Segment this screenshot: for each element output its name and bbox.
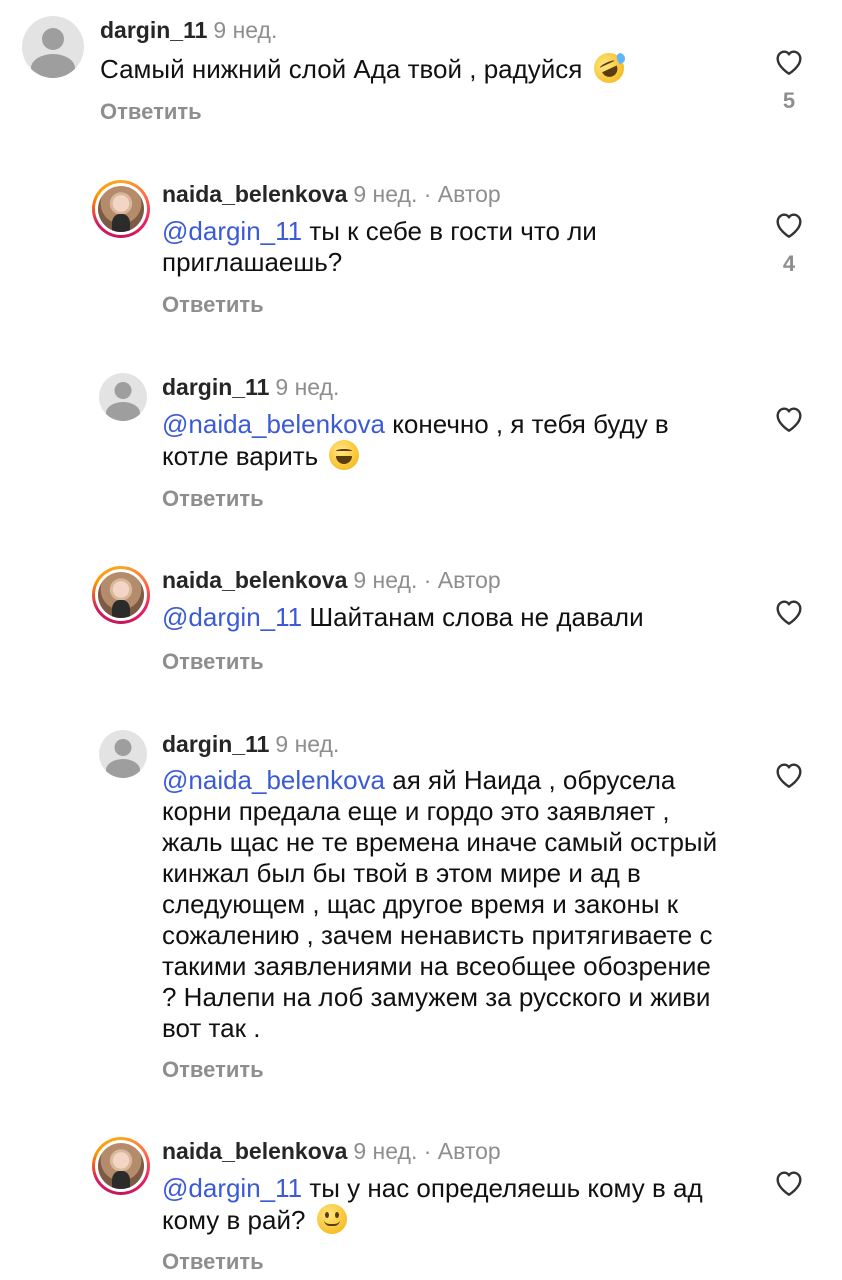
comment-body: ая яй Наида , обрусела корни предала еще… [162, 765, 718, 1043]
comment-time: 9 нед. [213, 17, 278, 43]
avatar[interactable] [99, 730, 147, 778]
profile-photo [98, 1143, 144, 1189]
comment-time: 9 нед. [275, 731, 340, 757]
reply-button[interactable]: Ответить [100, 99, 202, 125]
comment-text: @dargin_11 ты у нас определяешь кому в а… [162, 1173, 732, 1236]
comment-text: @dargin_11 Шайтанам слова не давали [162, 602, 732, 633]
mention-link[interactable]: @naida_belenkova [162, 765, 385, 795]
avatar[interactable] [22, 16, 84, 78]
comment-time: 9 нед. · Автор [353, 1138, 501, 1164]
heart-outline-icon [776, 763, 802, 788]
comment-time: 9 нед. · Автор [353, 181, 501, 207]
rolling-on-floor-laughing-emoji-icon [588, 48, 629, 88]
heart-outline-icon [776, 213, 802, 238]
reply-button[interactable]: Ответить [162, 649, 264, 675]
like-count: 5 [782, 88, 796, 113]
avatar[interactable] [99, 373, 147, 421]
comment-username[interactable]: dargin_11 [162, 374, 269, 400]
comment-text: @naida_belenkova ая яй Наида , обрусела … [162, 765, 727, 1044]
profile-photo [98, 572, 144, 618]
heart-outline-icon [776, 1171, 802, 1196]
comment-username[interactable]: naida_belenkova [162, 567, 347, 593]
comment-text: @dargin_11 ты к себе в гости что ли приг… [162, 216, 732, 278]
like-count: 4 [782, 251, 796, 276]
comment-body: Шайтанам слова не давали [302, 602, 644, 632]
comment-text: Самый нижний слой Ада твой , радуйся [100, 48, 740, 88]
like-button[interactable]: 4 [772, 209, 806, 277]
mention-link[interactable]: @dargin_11 [162, 602, 302, 632]
reply-button[interactable]: Ответить [162, 486, 264, 512]
profile-photo [98, 186, 144, 232]
avatar[interactable] [92, 180, 150, 238]
comment-text: @naida_belenkova конечно , я тебя буду в… [162, 409, 732, 472]
comment-username[interactable]: dargin_11 [100, 17, 207, 43]
avatar[interactable] [92, 566, 150, 624]
reply-button[interactable]: Ответить [162, 1249, 264, 1275]
mention-link[interactable]: @naida_belenkova [162, 409, 385, 439]
like-button[interactable] [772, 759, 806, 789]
heart-outline-icon [776, 600, 802, 625]
heart-outline-icon [776, 50, 802, 75]
like-button[interactable] [772, 1167, 806, 1197]
comment-time: 9 нед. · Автор [353, 567, 501, 593]
comment-thread: dargin_11 9 нед. Самый нижний слой Ада тв… [0, 0, 842, 1280]
heart-outline-icon [776, 407, 802, 432]
comment-username[interactable]: naida_belenkova [162, 1138, 347, 1164]
comment-body: Самый нижний слой Ада твой , радуйся [100, 54, 583, 84]
comment-time: 9 нед. [275, 374, 340, 400]
like-button[interactable]: 5 [772, 46, 806, 114]
comment-username[interactable]: naida_belenkova [162, 181, 347, 207]
grinning-face-emoji-icon [329, 440, 360, 470]
comment-username[interactable]: dargin_11 [162, 731, 269, 757]
reply-button[interactable]: Ответить [162, 1057, 264, 1083]
reply-button[interactable]: Ответить [162, 292, 264, 318]
like-button[interactable] [772, 596, 806, 626]
slightly-smiling-face-emoji-icon [316, 1204, 347, 1234]
mention-link[interactable]: @dargin_11 [162, 216, 302, 246]
avatar[interactable] [92, 1137, 150, 1195]
like-button[interactable] [772, 403, 806, 433]
mention-link[interactable]: @dargin_11 [162, 1173, 302, 1203]
